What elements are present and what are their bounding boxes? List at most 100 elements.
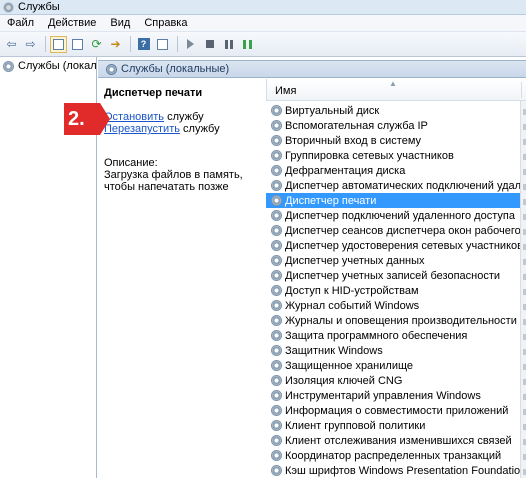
service-row[interactable]: Виртуальный диск bbox=[266, 103, 520, 118]
main-pane: Службы (локальные) Диспетчер печати Оста… bbox=[64, 57, 526, 478]
services-list: Имя ▲ Виртуальный диск Вспомогательная сл… bbox=[266, 79, 526, 478]
service-name: Группировка сетевых участников bbox=[285, 149, 454, 162]
stop-service-link[interactable]: Остановить bbox=[104, 111, 164, 123]
service-name: Клиент отслеживания изменившихся связей bbox=[285, 434, 512, 447]
service-row[interactable]: Диспетчер печати bbox=[266, 193, 520, 208]
service-name: Диспетчер удостоверения сетевых участник… bbox=[285, 239, 520, 252]
service-gear-icon bbox=[271, 105, 282, 116]
service-row[interactable]: Доступ к HID-устройствам bbox=[266, 283, 520, 298]
details-button[interactable] bbox=[154, 36, 171, 53]
service-name: Диспетчер автоматических подключений уда… bbox=[285, 179, 520, 192]
restart-service-button[interactable] bbox=[239, 36, 256, 53]
service-gear-icon bbox=[271, 330, 282, 341]
menu-bar: Файл Действие Вид Справка bbox=[0, 15, 526, 32]
service-row[interactable]: Защита программного обеспечения bbox=[266, 328, 520, 343]
service-gear-icon bbox=[271, 225, 282, 236]
service-row[interactable]: Группировка сетевых участников bbox=[266, 148, 520, 163]
service-row[interactable]: Дефрагментация диска bbox=[266, 163, 520, 178]
stop-service-button[interactable] bbox=[201, 36, 218, 53]
refresh-button[interactable]: ⟳ bbox=[88, 36, 105, 53]
service-row[interactable]: Вторичный вход в систему bbox=[266, 133, 520, 148]
service-row[interactable]: Инструментарий управления Windows bbox=[266, 388, 520, 403]
service-row[interactable]: Вспомогательная служба IP bbox=[266, 118, 520, 133]
action-suffix: службу bbox=[164, 111, 204, 123]
service-name: Журналы и оповещения производительности bbox=[285, 314, 517, 327]
service-row[interactable]: Клиент групповой политики bbox=[266, 418, 520, 433]
menu-action[interactable]: Действие bbox=[41, 15, 103, 32]
service-row[interactable]: Диспетчер учетных записей безопасности bbox=[266, 268, 520, 283]
show-console-tree-button[interactable] bbox=[50, 35, 67, 53]
service-gear-icon bbox=[271, 210, 282, 221]
service-row[interactable]: Журналы и оповещения производительности bbox=[266, 313, 520, 328]
restart-service-link[interactable]: Перезапустить bbox=[104, 123, 180, 135]
toolbar-separator bbox=[177, 36, 178, 52]
service-row[interactable]: Диспетчер учетных данных bbox=[266, 253, 520, 268]
help-button[interactable]: ? bbox=[135, 36, 152, 53]
service-name: Защищенное хранилище bbox=[285, 359, 414, 372]
arrow-left-icon: ⇦ bbox=[6, 37, 17, 51]
toolbar-separator bbox=[45, 36, 46, 52]
service-gear-icon bbox=[271, 180, 282, 191]
service-name: Диспетчер учетных данных bbox=[285, 254, 425, 267]
start-service-button[interactable] bbox=[182, 36, 199, 53]
service-row[interactable]: Координатор распределенных транзакций bbox=[266, 448, 520, 463]
service-name: Доступ к HID-устройствам bbox=[285, 284, 419, 297]
sort-ascending-icon: ▲ bbox=[389, 79, 397, 88]
service-name: Инструментарий управления Windows bbox=[285, 389, 481, 402]
vertical-scrollbar[interactable] bbox=[520, 101, 526, 478]
pane-header-title: Службы (локальные) bbox=[121, 63, 230, 75]
menu-view[interactable]: Вид bbox=[103, 15, 137, 32]
service-name: Защита программного обеспечения bbox=[285, 329, 468, 342]
export-button[interactable]: ➔ bbox=[107, 36, 124, 53]
service-gear-icon bbox=[271, 360, 282, 371]
service-gear-icon bbox=[271, 450, 282, 461]
service-row[interactable]: Диспетчер удостоверения сетевых участник… bbox=[266, 238, 520, 253]
column-header-name[interactable]: Имя ▲ bbox=[266, 79, 526, 101]
service-name: Вспомогательная служба IP bbox=[285, 119, 428, 132]
service-name: Изоляция ключей CNG bbox=[285, 374, 403, 387]
service-name: Информация о совместимости приложений bbox=[285, 404, 509, 417]
service-row[interactable]: Диспетчер подключений удаленного доступа bbox=[266, 208, 520, 223]
restart-action-row: Перезапустить службу bbox=[104, 123, 220, 135]
service-gear-icon bbox=[271, 420, 282, 431]
service-gear-icon bbox=[271, 165, 282, 176]
menu-help[interactable]: Справка bbox=[137, 15, 194, 32]
service-gear-icon bbox=[271, 255, 282, 266]
service-row[interactable]: Диспетчер автоматических подключений уда… bbox=[266, 178, 520, 193]
service-gear-icon bbox=[271, 375, 282, 386]
service-name: Журнал событий Windows bbox=[285, 299, 420, 312]
service-rows: Виртуальный диск Вспомогательная служба I… bbox=[266, 103, 520, 478]
forward-button[interactable]: ⇨ bbox=[22, 36, 39, 53]
extended-description-panel: Диспетчер печати Остановить службу Перез… bbox=[98, 79, 268, 478]
column-divider[interactable] bbox=[521, 82, 522, 98]
service-gear-icon bbox=[271, 285, 282, 296]
tree-item-services-local[interactable]: Службы (локальны bbox=[0, 57, 96, 75]
arrow-right-icon: ⇨ bbox=[25, 37, 36, 51]
service-row[interactable]: Изоляция ключей CNG bbox=[266, 373, 520, 388]
service-gear-icon bbox=[271, 300, 282, 311]
tree-item-label: Службы (локальны bbox=[18, 60, 96, 72]
callout-arrow-icon bbox=[100, 103, 110, 135]
service-name: Защитник Windows bbox=[285, 344, 383, 357]
service-row[interactable]: Информация о совместимости приложений bbox=[266, 403, 520, 418]
service-name: Клиент групповой политики bbox=[285, 419, 426, 432]
restart-icon bbox=[243, 39, 252, 49]
menu-file[interactable]: Файл bbox=[0, 15, 41, 32]
service-row[interactable]: Кэш шрифтов Windows Presentation Foundat… bbox=[266, 463, 520, 478]
pause-service-button[interactable] bbox=[220, 36, 237, 53]
service-row[interactable]: Диспетчер сеансов диспетчера окон рабоче… bbox=[266, 223, 520, 238]
gear-icon bbox=[106, 63, 117, 75]
window-title: Службы bbox=[18, 1, 60, 13]
column-name-label: Имя bbox=[275, 85, 297, 97]
properties-button[interactable] bbox=[69, 36, 86, 53]
services-app-icon bbox=[3, 1, 14, 13]
service-row[interactable]: Защищенное хранилище bbox=[266, 358, 520, 373]
stop-icon bbox=[205, 40, 214, 48]
service-row[interactable]: Клиент отслеживания изменившихся связей bbox=[266, 433, 520, 448]
service-name: Диспетчер печати bbox=[285, 194, 377, 207]
properties-icon bbox=[72, 38, 83, 50]
back-button[interactable]: ⇦ bbox=[3, 36, 20, 53]
service-row[interactable]: Журнал событий Windows bbox=[266, 298, 520, 313]
service-gear-icon bbox=[271, 345, 282, 356]
service-row[interactable]: Защитник Windows bbox=[266, 343, 520, 358]
